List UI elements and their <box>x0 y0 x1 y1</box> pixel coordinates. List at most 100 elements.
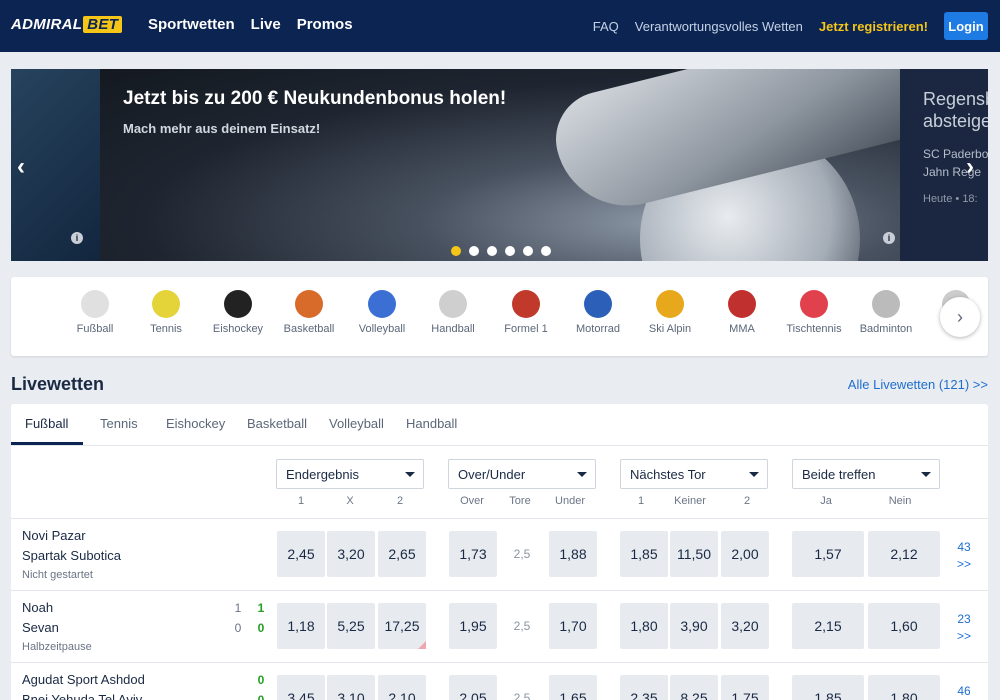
odds-button-result[interactable]: 17,25 <box>378 603 426 649</box>
away-team[interactable]: Spartak Subotica <box>22 548 121 563</box>
odds-button-btts-yes[interactable]: 1,85 <box>792 675 864 700</box>
market-select-0[interactable]: Endergebnis <box>276 459 424 489</box>
sport-item-formel-1[interactable]: Formel 1 <box>491 290 561 335</box>
tab-tennis[interactable]: Tennis <box>100 416 138 431</box>
odds-button-result[interactable]: 2,45 <box>277 531 325 577</box>
odds-button-over[interactable]: 1,95 <box>449 603 497 649</box>
home-team[interactable]: Noah <box>22 600 53 615</box>
sport-item-handball[interactable]: Handball <box>418 290 488 335</box>
promo-carousel[interactable]: i i Jetzt bis zu 200 € Neukundenbonus ho… <box>11 69 988 261</box>
odds-button-btts-no[interactable]: 1,60 <box>868 603 940 649</box>
odds-button-next-goal[interactable]: 3,20 <box>721 603 769 649</box>
chevron-down-icon <box>749 472 759 477</box>
odds-button-next-goal[interactable]: 3,90 <box>670 603 718 649</box>
match-row: Noah Sevan Halbzeitpause 1 1 0 0 1,18 5,25 17,25 1… <box>11 590 988 662</box>
score-home: 1 <box>234 601 242 615</box>
boxing-glove-icon <box>728 290 756 318</box>
odds-button-next-goal[interactable]: 2,00 <box>721 531 769 577</box>
odds-button-btts-yes[interactable]: 2,15 <box>792 603 864 649</box>
odds-button-next-goal[interactable]: 11,50 <box>670 531 718 577</box>
odds-button-next-goal[interactable]: 1,85 <box>620 531 668 577</box>
tab-volleyball[interactable]: Volleyball <box>329 416 384 431</box>
all-live-bets-link[interactable]: Alle Livewetten (121) >> <box>848 377 988 392</box>
odds-button-next-goal[interactable]: 1,75 <box>721 675 769 700</box>
responsible-gaming-link[interactable]: Verantwortungsvolles Wetten <box>635 19 803 34</box>
carousel-dot[interactable] <box>523 246 533 256</box>
carousel-prev-arrow-icon[interactable]: ‹ <box>17 153 25 181</box>
next-slide-preview[interactable]: Regensb absteige SC Paderbo Jahn Rege He… <box>900 69 988 261</box>
odds-button-under[interactable]: 1,70 <box>549 603 597 649</box>
carousel-dot[interactable] <box>451 246 461 256</box>
odds-button-over[interactable]: 1,73 <box>449 531 497 577</box>
carousel-dot[interactable] <box>487 246 497 256</box>
more-markets-link[interactable]: 23 >> <box>957 611 971 645</box>
nav-live[interactable]: Live <box>251 16 281 33</box>
more-markets-link[interactable]: 43 >> <box>957 539 971 573</box>
sport-item-fu-ball[interactable]: Fußball <box>60 290 130 335</box>
odds-button-next-goal[interactable]: 8,25 <box>670 675 718 700</box>
faq-link[interactable]: FAQ <box>593 19 619 34</box>
login-button[interactable]: Login <box>944 12 988 40</box>
odds-change-indicator <box>418 641 426 649</box>
sport-item-eishockey[interactable]: Eishockey <box>203 290 273 335</box>
sport-item-ski-alpin[interactable]: Ski Alpin <box>635 290 705 335</box>
score-away: 0 <box>257 621 265 635</box>
nav-sportwetten[interactable]: Sportwetten <box>148 16 235 33</box>
sports-next-chevron-icon[interactable]: › <box>940 297 980 337</box>
more-markets-link[interactable]: 46>> <box>957 683 971 700</box>
volleyball-icon <box>368 290 396 318</box>
odds-button-btts-yes[interactable]: 1,57 <box>792 531 864 577</box>
score-home: 0 <box>257 673 265 687</box>
column-header: Keiner <box>674 495 706 507</box>
sport-item-tischtennis[interactable]: Tischtennis <box>779 290 849 335</box>
odds-button-result[interactable]: 5,25 <box>327 603 375 649</box>
home-team[interactable]: Agudat Sport Ashdod <box>22 672 145 687</box>
sport-item-basketball[interactable]: Basketball <box>274 290 344 335</box>
score-away: 0 <box>257 693 265 700</box>
odds-button-result[interactable]: 2,10 <box>378 675 426 700</box>
carousel-dot[interactable] <box>469 246 479 256</box>
score-home: 1 <box>257 601 265 615</box>
register-link[interactable]: Jetzt registrieren! <box>819 19 928 34</box>
away-team[interactable]: Sevan <box>22 620 59 635</box>
carousel-next-arrow-icon[interactable]: › <box>966 153 974 181</box>
odds-button-next-goal[interactable]: 1,80 <box>620 603 668 649</box>
odds-button-over[interactable]: 2,05 <box>449 675 497 700</box>
nav-promos[interactable]: Promos <box>297 16 353 33</box>
sport-item-volleyball[interactable]: Volleyball <box>347 290 417 335</box>
top-header: ADMIRAL BET Sportwetten Live Promos FAQ … <box>0 0 1000 52</box>
admiralbet-logo[interactable]: ADMIRAL BET <box>11 16 123 33</box>
sports-icon-bar: SBadmintonTischtennisMMASki AlpinMotorra… <box>11 277 988 356</box>
odds-button-next-goal[interactable]: 2,35 <box>620 675 668 700</box>
sport-item-mma[interactable]: MMA <box>707 290 777 335</box>
sport-item-badminton[interactable]: Badminton <box>851 290 921 335</box>
tab-handball[interactable]: Handball <box>406 416 457 431</box>
away-team[interactable]: Bnei Yehuda Tel Aviv <box>22 692 142 700</box>
tab-basketball[interactable]: Basketball <box>247 416 307 431</box>
odds-button-under[interactable]: 1,88 <box>549 531 597 577</box>
handball-icon <box>439 290 467 318</box>
sport-item-tennis[interactable]: Tennis <box>131 290 201 335</box>
market-select-3[interactable]: Beide treffen <box>792 459 940 489</box>
odds-button-result[interactable]: 3,20 <box>327 531 375 577</box>
column-header: 2 <box>396 495 404 507</box>
motorbike-icon <box>584 290 612 318</box>
sport-label: Ski Alpin <box>648 323 692 335</box>
odds-button-btts-no[interactable]: 1,80 <box>868 675 940 700</box>
market-select-1[interactable]: Over/Under <box>448 459 596 489</box>
odds-button-result[interactable]: 3,10 <box>327 675 375 700</box>
odds-button-result[interactable]: 1,18 <box>277 603 325 649</box>
info-icon[interactable]: i <box>71 232 83 244</box>
odds-button-result[interactable]: 2,65 <box>378 531 426 577</box>
market-select-2[interactable]: Nächstes Tor <box>620 459 768 489</box>
carousel-dot[interactable] <box>541 246 551 256</box>
odds-button-result[interactable]: 3,45 <box>277 675 325 700</box>
info-icon[interactable]: i <box>883 232 895 244</box>
tab-eishockey[interactable]: Eishockey <box>166 416 225 431</box>
home-team[interactable]: Novi Pazar <box>22 528 86 543</box>
carousel-dot[interactable] <box>505 246 515 256</box>
odds-button-under[interactable]: 1,65 <box>549 675 597 700</box>
tab-fußball[interactable]: Fußball <box>25 416 68 431</box>
sport-item-motorrad[interactable]: Motorrad <box>563 290 633 335</box>
odds-button-btts-no[interactable]: 2,12 <box>868 531 940 577</box>
